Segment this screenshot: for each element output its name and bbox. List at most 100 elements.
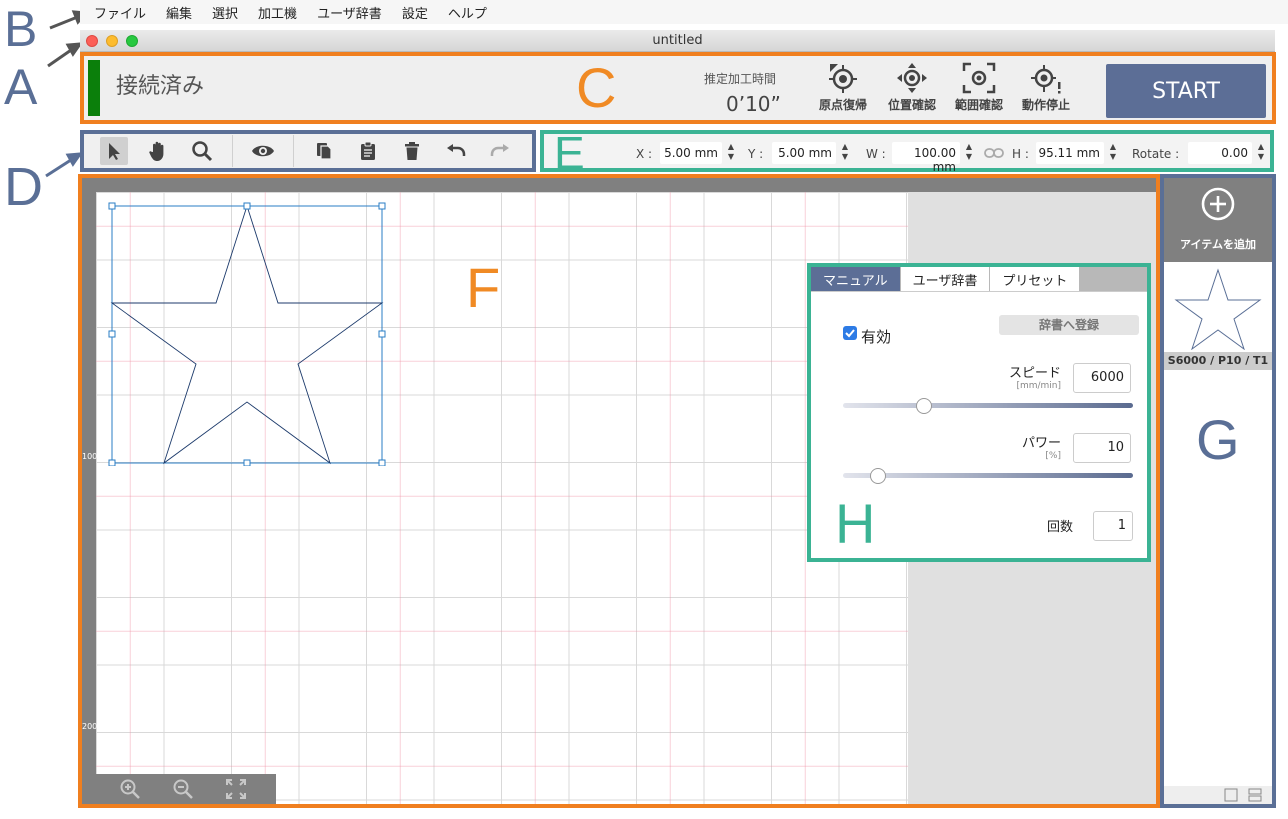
menu-file[interactable]: ファイル (94, 3, 146, 22)
annotation-h: H (835, 492, 876, 555)
menu-select[interactable]: 選択 (212, 3, 238, 22)
copy-button[interactable] (310, 137, 338, 165)
stop-target-icon (1031, 65, 1061, 94)
rotate-stepper[interactable]: ▲ ▼ (1256, 142, 1266, 164)
edit-toolbar (80, 130, 536, 172)
zoom-in-icon (120, 779, 140, 799)
delete-button[interactable] (398, 137, 426, 165)
rotate-input[interactable]: 0.00 (1188, 142, 1252, 164)
toolbar-divider (293, 135, 294, 167)
link-aspect-icon[interactable] (984, 146, 1004, 160)
fit-to-screen-button[interactable] (223, 777, 250, 801)
annotation-f: F (466, 256, 501, 319)
zoom-out-icon (173, 779, 193, 799)
start-button[interactable]: START (1106, 64, 1266, 118)
transform-properties-bar: E X : 5.00 mm ▲ ▼ Y : 5.00 mm ▲ ▼ W : 100.… (540, 130, 1274, 176)
vertical-ruler (82, 178, 96, 804)
x-input[interactable]: 5.00 mm (660, 142, 722, 164)
w-stepper[interactable]: ▲ ▼ (964, 142, 974, 164)
y-input[interactable]: 5.00 mm (772, 142, 836, 164)
add-item-label: アイテムを追加 (1180, 238, 1256, 251)
redo-icon (490, 144, 509, 156)
speed-slider[interactable] (843, 403, 1133, 408)
item-list-panel: アイテムを追加 S6000 / P10 / T1 G (1160, 174, 1276, 808)
single-view-icon[interactable] (1224, 788, 1238, 802)
item-panel-footer (1164, 786, 1272, 804)
position-check-label: 位置確認 (887, 98, 936, 112)
home-origin-icon (829, 64, 857, 93)
menu-edit[interactable]: 編集 (166, 3, 192, 22)
zoom-out-button[interactable] (169, 777, 196, 801)
w-label: W : (866, 147, 886, 161)
split-view-icon[interactable] (1248, 788, 1262, 802)
menu-machine[interactable]: 加工機 (258, 3, 297, 22)
count-input[interactable]: 1 (1093, 511, 1133, 541)
power-label: パワー (1021, 436, 1061, 451)
machine-control-panel: 接続済み C 推定加工時間 0’10” 原点復帰 位置確認 範囲確認 動作停止 … (80, 52, 1276, 124)
tab-user-dictionary[interactable]: ユーザ辞書 (900, 267, 991, 291)
power-slider-knob[interactable] (869, 468, 886, 484)
enabled-label: 有効 (861, 328, 892, 346)
ruler-label-200: 200 (82, 722, 98, 731)
item-thumbnail[interactable] (1164, 262, 1272, 354)
position-check-button[interactable]: 位置確認 (879, 62, 945, 113)
zoom-tool-button[interactable] (188, 137, 216, 165)
h-input[interactable]: 95.11 mm (1036, 142, 1104, 164)
window-title-bar: untitled (80, 30, 1275, 52)
power-unit: [%] (1045, 451, 1061, 461)
settings-tabs: マニュアル ユーザ辞書 プリセット (811, 267, 1147, 291)
tab-presets[interactable]: プリセット (990, 267, 1081, 291)
h-stepper[interactable]: ▲ ▼ (1108, 142, 1118, 164)
range-check-button[interactable]: 範囲確認 (946, 62, 1012, 113)
settings-body: 有効 辞書へ登録 スピード [mm/min] 6000 パワー [%] 10 H… (811, 291, 1147, 558)
redo-button[interactable] (486, 137, 514, 165)
speed-unit: [mm/min] (1016, 381, 1061, 391)
menu-bar: ファイル 編集 選択 加工機 ユーザ辞書 設定 ヘルプ (80, 0, 1288, 24)
x-label: X : (636, 147, 653, 161)
connection-status-indicator (88, 60, 100, 116)
menu-user-dictionary[interactable]: ユーザ辞書 (317, 3, 382, 22)
range-check-label: 範囲確認 (954, 98, 1003, 112)
tab-manual[interactable]: マニュアル (811, 267, 901, 291)
preview-eye-icon (252, 145, 274, 157)
undo-button[interactable] (442, 137, 470, 165)
pan-tool-button[interactable] (144, 137, 172, 165)
toolbar-divider (232, 135, 233, 167)
ruler-label-100: 100 (82, 452, 98, 461)
paste-button[interactable] (354, 137, 382, 165)
speed-input[interactable]: 6000 (1073, 363, 1131, 393)
register-dictionary-button[interactable]: 辞書へ登録 (999, 315, 1139, 335)
stop-button[interactable]: 動作停止 (1013, 62, 1079, 113)
estimated-time-value: 0’10” (726, 92, 781, 116)
power-input[interactable]: 10 (1073, 433, 1131, 463)
select-arrow-icon (109, 143, 120, 160)
item-settings-label: S6000 / P10 / T1 (1164, 352, 1272, 370)
y-label: Y : (748, 147, 764, 161)
power-slider[interactable] (843, 473, 1133, 478)
y-stepper[interactable]: ▲ ▼ (840, 142, 850, 164)
speed-label: スピード (1008, 366, 1061, 381)
zoom-in-button[interactable] (116, 777, 143, 801)
menu-help[interactable]: ヘルプ (448, 3, 487, 22)
undo-icon (447, 144, 466, 156)
w-input[interactable]: 100.00 mm (892, 142, 960, 174)
add-item-button[interactable]: アイテムを追加 (1164, 178, 1272, 262)
preview-button[interactable] (249, 137, 277, 165)
home-button[interactable]: 原点復帰 (810, 62, 876, 113)
laser-settings-panel: マニュアル ユーザ辞書 プリセット 有効 辞書へ登録 スピード [mm/min]… (807, 263, 1151, 562)
annotation-c: C (576, 56, 617, 119)
x-stepper[interactable]: ▲ ▼ (726, 142, 736, 164)
copy-icon (317, 143, 332, 160)
delete-trash-icon (405, 142, 419, 160)
star-shape[interactable] (108, 202, 388, 466)
select-tool-button[interactable] (100, 137, 128, 165)
speed-slider-knob[interactable] (916, 398, 933, 414)
count-label: 回数 (1047, 520, 1074, 535)
enabled-checkbox[interactable] (843, 326, 857, 340)
plus-circle-icon (1201, 187, 1235, 221)
check-icon (845, 329, 855, 338)
menu-settings[interactable]: 設定 (402, 3, 428, 22)
zoom-controls (96, 774, 276, 804)
home-button-label: 原点復帰 (818, 98, 867, 112)
connection-status-text: 接続済み (116, 74, 205, 99)
